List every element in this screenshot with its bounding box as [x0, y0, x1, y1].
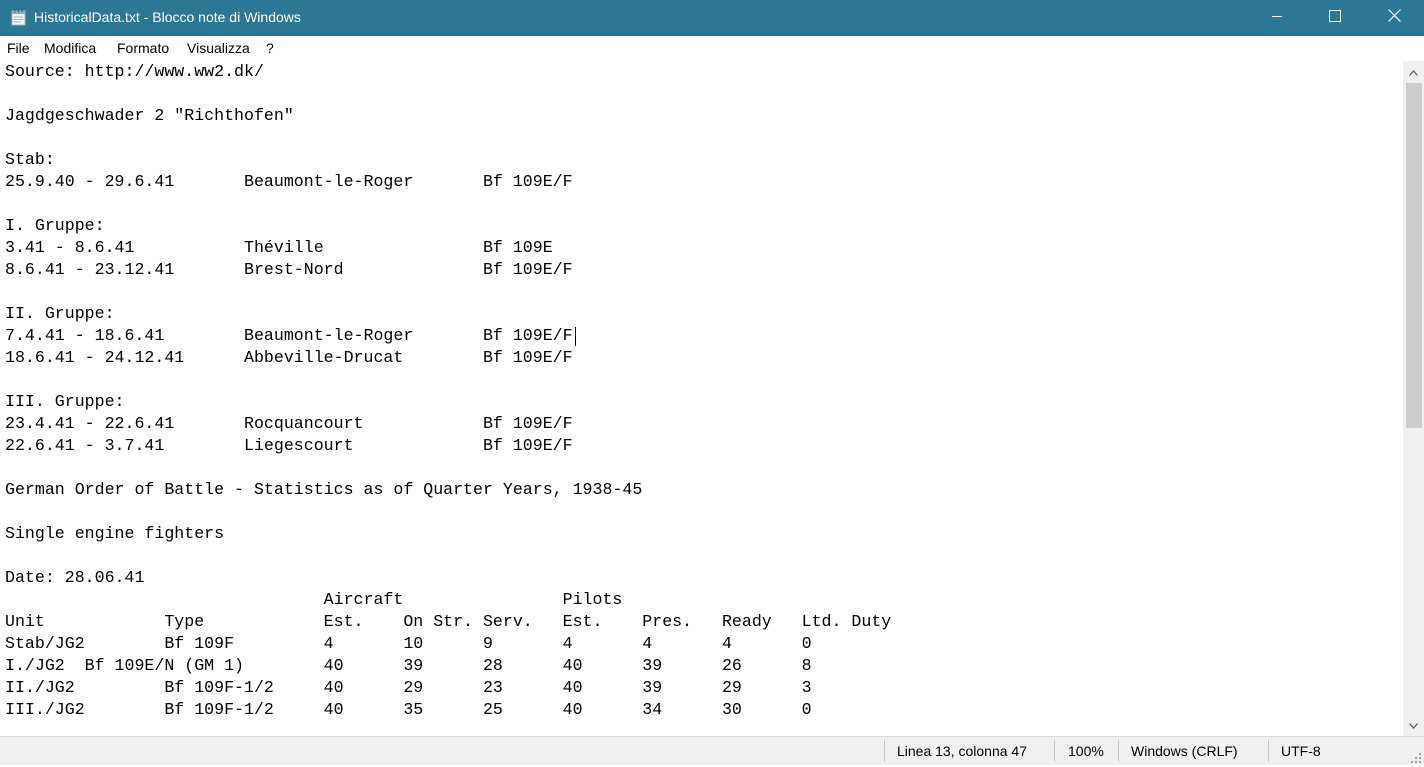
menu-bar: File Modifica Formato Visualizza ?: [0, 36, 1424, 61]
maximize-button[interactable]: [1306, 0, 1364, 36]
scroll-up-button[interactable]: [1403, 61, 1424, 83]
scroll-thumb[interactable]: [1406, 83, 1422, 428]
status-bar: Linea 13, colonna 47 100% Windows (CRLF)…: [0, 736, 1424, 765]
menu-file[interactable]: File: [7, 40, 30, 56]
document-text[interactable]: Source: http://www.ww2.dk/ Jagdgeschwade…: [5, 61, 891, 721]
text-editor[interactable]: Source: http://www.ww2.dk/ Jagdgeschwade…: [0, 61, 1403, 736]
menu-help[interactable]: ?: [266, 40, 274, 56]
menu-format[interactable]: Formato: [117, 40, 169, 56]
menu-edit[interactable]: Modifica: [44, 40, 96, 56]
text-caret: [575, 327, 576, 346]
title-bar[interactable]: HistoricalData.txt - Blocco note di Wind…: [0, 0, 1424, 36]
maximize-icon: [1329, 9, 1341, 27]
line-ending: Windows (CRLF): [1131, 743, 1238, 759]
cursor-position: Linea 13, colonna 47: [897, 743, 1027, 759]
minimize-button[interactable]: [1248, 0, 1306, 36]
status-separator: [1118, 740, 1119, 762]
menu-view[interactable]: Visualizza: [187, 40, 250, 56]
status-separator: [1268, 740, 1269, 762]
minimize-icon: [1271, 9, 1283, 27]
window-title: HistoricalData.txt - Blocco note di Wind…: [34, 9, 301, 25]
vertical-scrollbar[interactable]: [1403, 61, 1424, 736]
status-separator: [1054, 740, 1055, 762]
close-button[interactable]: [1364, 0, 1424, 36]
status-separator: [884, 740, 885, 762]
zoom-level: 100%: [1068, 743, 1104, 759]
notepad-icon: [11, 9, 26, 26]
chevron-down-icon: [1409, 716, 1418, 734]
encoding: UTF-8: [1281, 743, 1321, 759]
close-icon: [1387, 9, 1401, 27]
chevron-up-icon: [1409, 63, 1418, 81]
scroll-down-button[interactable]: [1403, 714, 1424, 736]
resize-grip-icon[interactable]: [1410, 751, 1422, 763]
